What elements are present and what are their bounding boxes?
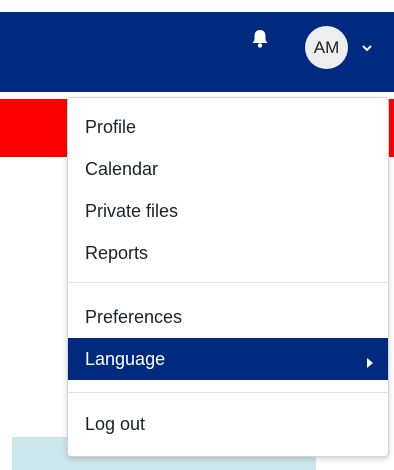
menu-divider [68, 392, 388, 393]
avatar[interactable]: AM [305, 26, 348, 69]
menu-item-log-out[interactable]: Log out [68, 403, 388, 445]
chevron-down-icon[interactable] [361, 40, 373, 52]
menu-item-label: Log out [85, 413, 146, 434]
menu-item-preferences[interactable]: Preferences [68, 296, 388, 338]
menu-item-calendar[interactable]: Calendar [68, 148, 388, 190]
caret-right-icon [366, 353, 374, 368]
menu-item-profile[interactable]: Profile [68, 106, 388, 148]
menu-item-label: Private files [85, 200, 179, 221]
menu-item-label: Calendar [85, 158, 159, 179]
avatar-initials: AM [313, 37, 340, 57]
menu-item-language[interactable]: Language [68, 338, 388, 380]
menu-item-private-files[interactable]: Private files [68, 190, 388, 232]
menu-item-reports[interactable]: Reports [68, 232, 388, 274]
page-top [0, 0, 394, 12]
user-menu-dropdown: Profile Calendar Private files Reports P… [67, 97, 389, 457]
menu-item-label: Reports [85, 242, 149, 263]
menu-item-label: Profile [85, 116, 137, 137]
bell-icon[interactable] [250, 28, 270, 50]
menu-divider [68, 282, 388, 283]
menu-item-label: Language [85, 348, 166, 369]
menu-item-label: Preferences [85, 306, 183, 327]
